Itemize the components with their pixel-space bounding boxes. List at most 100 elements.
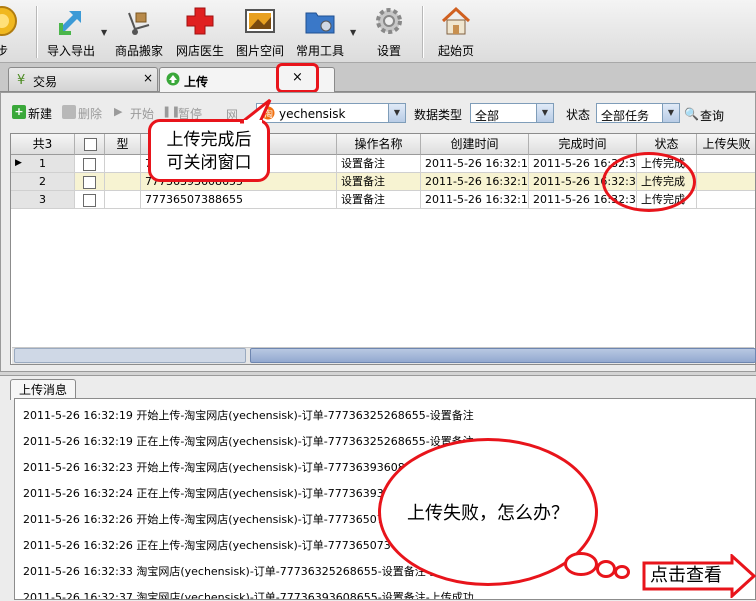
row-number: 3 — [11, 191, 75, 209]
picture-icon — [245, 9, 275, 33]
thought-dot — [564, 552, 598, 576]
grid-header-operation[interactable]: 操作名称 — [337, 134, 421, 155]
status-highlight-ring — [602, 152, 696, 212]
main-toolbar: 步 导入导出 ▼ 商品搬家 网店医生 图片空间 常用工具 ▼ 设置 起始页 — [0, 0, 756, 63]
toolbar-common-tools-label: 常用工具 — [295, 44, 344, 58]
toolbar-sync-button[interactable]: 步 — [0, 0, 18, 60]
chevron-down-icon[interactable]: ▼ — [101, 28, 107, 37]
tab-trade-close-icon[interactable]: × — [143, 71, 153, 85]
view-button[interactable]: 点击查看 — [650, 564, 740, 588]
datatype-select-value: 全部 — [475, 109, 500, 123]
toolbar-shop-doctor-label: 网店医生 — [175, 44, 224, 58]
failure-question-text: 上传失败，怎么办？ — [407, 503, 569, 524]
delete-label: 删除 — [78, 107, 103, 121]
tab-bar: ¥ 交易 × 上传 — [0, 63, 756, 92]
row-type — [105, 155, 141, 173]
toolbar-separator — [36, 6, 38, 58]
row-order: 77736507388655 — [141, 191, 337, 209]
cart-icon — [128, 12, 150, 35]
grid-header-failed[interactable]: 上传失败 — [697, 134, 755, 155]
toolbar-import-export-label: 导入导出 — [46, 44, 95, 58]
row-checkbox-cell[interactable] — [75, 191, 105, 209]
thought-dot — [596, 560, 616, 578]
list-item: 2011-5-26 16:32:23 开始上传-淘宝网店(yechensisk)… — [23, 461, 441, 474]
grid-header-type[interactable]: 型 — [105, 134, 141, 155]
red-cross-icon — [186, 7, 214, 35]
upload-icon — [166, 72, 180, 86]
row-checkbox[interactable] — [83, 194, 96, 207]
row-type — [105, 191, 141, 209]
toolbar-common-tools-button[interactable]: 常用工具 — [292, 0, 348, 60]
status-select[interactable]: 全部任务 ▼ — [596, 103, 680, 123]
list-item: 2011-5-26 16:32:24 正在上传-淘宝网店(yechensisk)… — [23, 487, 384, 500]
play-icon: ▶ — [114, 105, 123, 118]
row-created: 2011-5-26 16:32:16 — [421, 191, 529, 209]
import-export-icon — [59, 11, 81, 35]
svg-text:¥: ¥ — [17, 73, 25, 86]
datatype-select[interactable]: 全部 ▼ — [470, 103, 554, 123]
grid-header-completed[interactable]: 完成时间 — [529, 134, 637, 155]
row-checkbox[interactable] — [83, 176, 96, 189]
toolbar-product-move-label: 商品搬家 — [114, 44, 163, 58]
scrollbar-thumb[interactable] — [250, 348, 756, 363]
grid-header-checkbox[interactable] — [75, 134, 105, 155]
close-tip-callout: 上传完成后 可关闭窗口 — [148, 119, 270, 182]
chevron-down-icon[interactable]: ▼ — [536, 104, 553, 122]
row-type — [105, 173, 141, 191]
toolbar-shop-doctor-button[interactable]: 网店医生 — [172, 0, 228, 60]
toolbar-import-export-button[interactable]: 导入导出 — [42, 0, 100, 60]
thought-dot — [614, 565, 630, 579]
tab-trade-label: 交易 — [33, 75, 58, 89]
list-item: 2011-5-26 16:32:33 淘宝网店(yechensisk)-订单-7… — [23, 565, 463, 578]
scrollbar-track-left[interactable] — [14, 348, 246, 363]
list-item: 2011-5-26 16:32:19 开始上传-淘宝网店(yechensisk)… — [23, 409, 474, 422]
shop-select-value: yechensisk — [279, 107, 346, 121]
toolbar-home-button[interactable]: 起始页 — [430, 0, 482, 60]
row-operation: 设置备注 — [337, 155, 421, 173]
tab-upload-messages[interactable]: 上传消息 — [10, 379, 76, 400]
grid-header-created[interactable]: 创建时间 — [421, 134, 529, 155]
row-number: ▶ 1 — [11, 155, 75, 173]
callout-pointer — [240, 98, 272, 126]
toolbar-picture-space-button[interactable]: 图片空间 — [232, 0, 288, 60]
list-item: 2011-5-26 16:32:26 开始上传-淘宝网店(yechensisk)… — [23, 513, 391, 526]
chevron-down-icon[interactable]: ▼ — [388, 104, 405, 122]
status-select-value: 全部任务 — [601, 109, 650, 123]
toolbar-settings-button[interactable]: 设置 — [364, 0, 414, 60]
toolbar-settings-label: 设置 — [376, 44, 401, 58]
home-icon — [441, 6, 471, 35]
toolbar-picture-space-label: 图片空间 — [235, 44, 284, 58]
sync-icon — [0, 6, 17, 36]
chevron-down-icon[interactable]: ▼ — [350, 28, 356, 37]
row-checkbox[interactable] — [83, 158, 96, 171]
start-label: 开始 — [130, 107, 155, 121]
search-icon: 🔍 — [684, 107, 699, 121]
new-label: 新建 — [28, 107, 53, 121]
row-checkbox-cell[interactable] — [75, 155, 105, 173]
close-tip-line1: 上传完成后 — [166, 130, 252, 150]
chevron-down-icon[interactable]: ▼ — [662, 104, 679, 122]
filter-bar: + 新建 删除 ▶ 开始 ❚❚ 暂停 网 淘 yechensisk ▼ 数据类型… — [4, 97, 754, 127]
list-item: 2011-5-26 16:32:19 正在上传-淘宝网店(yechensisk)… — [23, 435, 474, 448]
plus-icon: + — [12, 105, 26, 119]
row-operation: 设置备注 — [337, 191, 421, 209]
tab-trade[interactable]: ¥ 交易 × — [8, 67, 158, 91]
status-label: 状态 — [566, 108, 591, 122]
tab-upload-label: 上传 — [184, 75, 209, 89]
row-failed — [697, 191, 755, 209]
list-item: 2011-5-26 16:32:26 正在上传-淘宝网店(yechensisk)… — [23, 539, 391, 552]
delete-icon — [62, 105, 76, 119]
yen-icon: ¥ — [17, 73, 25, 86]
current-row-indicator: ▶ — [15, 158, 22, 168]
row-failed — [697, 155, 755, 173]
toolbar-product-move-button[interactable]: 商品搬家 — [112, 0, 166, 60]
row-created: 2011-5-26 16:32:16 — [421, 173, 529, 191]
select-all-checkbox[interactable] — [84, 138, 97, 151]
tab-upload-close-icon[interactable]: × — [279, 70, 316, 85]
row-operation: 设置备注 — [337, 173, 421, 191]
row-checkbox-cell[interactable] — [75, 173, 105, 191]
toolbar-home-label: 起始页 — [437, 44, 474, 58]
toolbar-separator — [422, 6, 424, 58]
row-number: 2 — [11, 173, 75, 191]
query-label: 查询 — [700, 109, 725, 123]
